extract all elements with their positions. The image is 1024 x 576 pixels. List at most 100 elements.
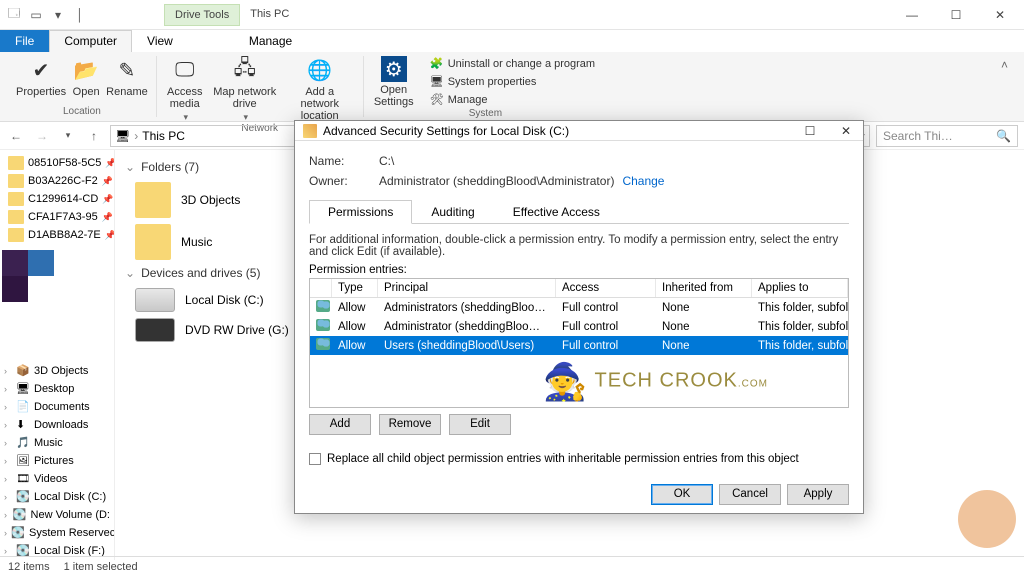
nav-thumbnail-2 <box>2 276 112 302</box>
nav-folder-item[interactable]: D1ABB8A2-7E📌 <box>2 226 112 244</box>
recent-dropdown[interactable]: ▾ <box>58 126 78 146</box>
edit-button[interactable]: Edit <box>449 414 511 435</box>
nav-lib-item[interactable]: ›📦3D Objects <box>2 362 112 380</box>
nav-lib-item[interactable]: ›⬇Downloads <box>2 416 112 434</box>
pc-icon: 🖥 <box>115 129 130 143</box>
expand-icon[interactable]: › <box>4 402 12 412</box>
tab-view[interactable]: View <box>132 30 188 52</box>
drive-label: DVD RW Drive (G:) <box>185 323 289 337</box>
manage-button[interactable]: 🛠Manage <box>426 92 599 108</box>
rename-icon: ✎ <box>113 56 141 84</box>
nav-lib-item[interactable]: ›🖼Pictures <box>2 452 112 470</box>
add-button[interactable]: Add <box>309 414 371 435</box>
group-label-system: System <box>469 108 502 119</box>
col-type[interactable]: Type <box>332 279 378 297</box>
permission-row[interactable]: AllowAdministrator (sheddingBloo…Full co… <box>310 317 848 336</box>
expand-icon[interactable]: › <box>4 456 12 466</box>
security-dialog: Advanced Security Settings for Local Dis… <box>294 120 864 514</box>
expand-icon[interactable]: › <box>4 492 12 502</box>
properties-label: Properties <box>16 86 66 98</box>
apply-button[interactable]: Apply <box>787 484 849 505</box>
change-owner-link[interactable]: Change <box>622 174 664 188</box>
qat-properties-icon[interactable]: ▭ <box>28 7 44 23</box>
remove-button[interactable]: Remove <box>379 414 441 435</box>
row-principal: Administrator (sheddingBloo… <box>378 319 556 335</box>
ribbon-collapse-icon[interactable]: ˄ <box>993 56 1016 117</box>
uninstall-button[interactable]: 🧩Uninstall or change a program <box>426 56 599 72</box>
replace-checkbox[interactable] <box>309 453 321 465</box>
open-settings-button[interactable]: ⚙Open Settings <box>372 56 416 108</box>
permission-table[interactable]: Type Principal Access Inherited from App… <box>309 278 849 408</box>
row-type: Allow <box>332 319 378 335</box>
media-icon: 🖵 <box>171 56 199 84</box>
forward-button[interactable]: → <box>32 126 52 146</box>
expand-icon[interactable]: › <box>4 510 9 520</box>
nav-folder-item[interactable]: B03A226C-F2📌 <box>2 172 112 190</box>
col-principal[interactable]: Principal <box>378 279 556 297</box>
expand-icon[interactable]: › <box>4 474 12 484</box>
tab-manage[interactable]: Manage <box>234 30 307 52</box>
add-location-button[interactable]: 🌐Add a network location <box>285 56 355 123</box>
contextual-tab-drive-tools[interactable]: Drive Tools <box>164 4 240 26</box>
pin-icon: 📌 <box>105 158 115 169</box>
breadcrumb[interactable]: This PC <box>142 129 185 143</box>
open-button[interactable]: 📂Open <box>72 56 100 98</box>
nav-item-label: C1299614-CD <box>28 193 98 205</box>
col-inherited[interactable]: Inherited from <box>656 279 752 297</box>
expand-icon[interactable]: › <box>4 384 12 394</box>
tab-permissions[interactable]: Permissions <box>309 200 412 224</box>
nav-lib-item[interactable]: ›💽Local Disk (C:) <box>2 488 112 506</box>
access-media-button[interactable]: 🖵Access media <box>165 56 205 123</box>
maximize-button[interactable]: ☐ <box>944 8 968 22</box>
nav-lib-item[interactable]: ›💽New Volume (D: <box>2 506 112 524</box>
expand-icon[interactable]: › <box>4 528 7 538</box>
tab-file[interactable]: File <box>0 30 49 52</box>
nav-folder-item[interactable]: CFA1F7A3-95📌 <box>2 208 112 226</box>
col-access[interactable]: Access <box>556 279 656 297</box>
properties-button[interactable]: ✔Properties <box>16 56 66 98</box>
col-applies[interactable]: Applies to <box>752 279 848 297</box>
nav-folder-item[interactable]: 08510F58-5C5📌 <box>2 154 112 172</box>
nav-lib-item[interactable]: ›🎞Videos <box>2 470 112 488</box>
ribbon-group-system: ⚙Open Settings 🧩Uninstall or change a pr… <box>364 56 607 117</box>
watermark: 🧙 TECH CROOK.COM <box>543 361 768 403</box>
dialog-maximize-button[interactable]: ☐ <box>801 124 819 138</box>
nav-lib-item[interactable]: ›💽System Reservec <box>2 524 112 542</box>
up-button[interactable]: ↑ <box>84 126 104 146</box>
back-button[interactable]: ← <box>6 126 26 146</box>
tab-computer[interactable]: Computer <box>49 30 132 52</box>
replace-label: Replace all child object permission entr… <box>327 453 799 465</box>
expand-icon[interactable]: › <box>4 438 12 448</box>
folders-group-label: Folders (7) <box>141 160 199 174</box>
navigation-pane[interactable]: 08510F58-5C5📌B03A226C-F2📌C1299614-CD📌CFA… <box>0 150 115 560</box>
system-properties-button[interactable]: 🖥System properties <box>426 74 599 90</box>
permission-row[interactable]: AllowUsers (sheddingBlood\Users)Full con… <box>310 336 848 355</box>
chevron-down-icon: ⌄ <box>125 160 135 174</box>
window-titlebar: 🗔 ▭ ▾ │ Drive Tools This PC — ☐ ✕ <box>0 0 1024 30</box>
permission-row[interactable]: AllowAdministrators (sheddingBloo…Full c… <box>310 298 848 317</box>
search-input[interactable]: Search Thi… 🔍 <box>876 125 1018 147</box>
tab-effective-access[interactable]: Effective Access <box>494 200 619 224</box>
rename-button[interactable]: ✎Rename <box>106 56 148 98</box>
name-label: Name: <box>309 154 379 168</box>
tab-auditing[interactable]: Auditing <box>412 200 493 224</box>
nav-item-label: Videos <box>34 473 67 485</box>
nav-lib-item[interactable]: ›📄Documents <box>2 398 112 416</box>
qat-dropdown-icon[interactable]: ▾ <box>50 7 66 23</box>
nav-lib-item[interactable]: ›🎵Music <box>2 434 112 452</box>
dialog-close-button[interactable]: ✕ <box>837 124 855 138</box>
open-settings-label: Open Settings <box>372 84 416 108</box>
close-button[interactable]: ✕ <box>988 8 1012 22</box>
expand-icon[interactable]: › <box>4 366 12 376</box>
folder-icon <box>8 228 24 242</box>
expand-icon[interactable]: › <box>4 546 12 556</box>
ok-button[interactable]: OK <box>651 484 713 505</box>
expand-icon[interactable]: › <box>4 420 12 430</box>
minimize-button[interactable]: — <box>900 8 924 22</box>
folder-label: 3D Objects <box>181 193 240 207</box>
nav-lib-item[interactable]: ›🖥Desktop <box>2 380 112 398</box>
nav-folder-item[interactable]: C1299614-CD📌 <box>2 190 112 208</box>
cancel-button[interactable]: Cancel <box>719 484 781 505</box>
map-drive-button[interactable]: 🖧Map network drive <box>211 56 279 123</box>
name-value: C:\ <box>379 154 394 168</box>
